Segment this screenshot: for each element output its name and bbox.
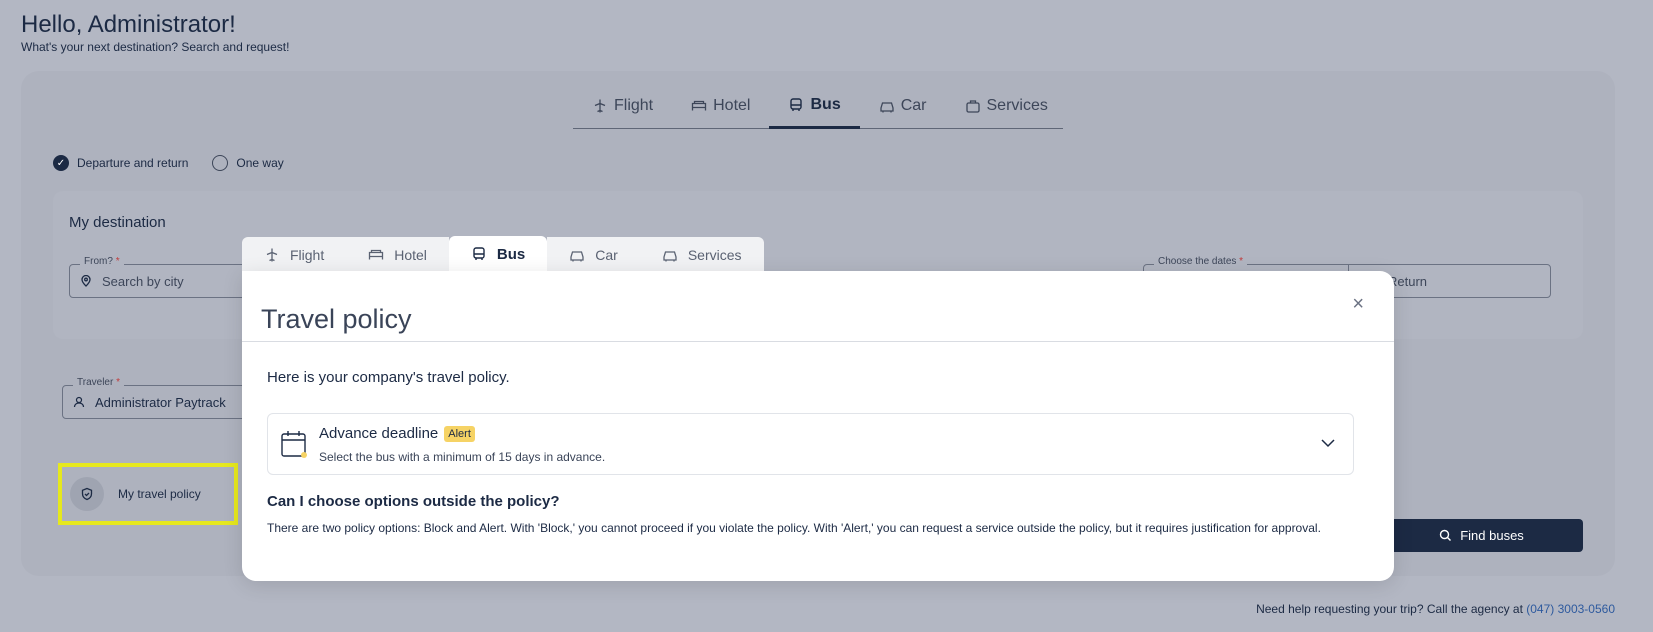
my-travel-policy-label: My travel policy [118, 487, 201, 501]
rule-description: Select the bus with a minimum of 15 days… [319, 450, 606, 464]
user-icon [73, 396, 85, 408]
page-title: Hello, Administrator! [21, 11, 236, 38]
greeting: Hello, Administrator! What's your next d… [21, 10, 289, 54]
bus-icon [473, 247, 485, 260]
modal-tab-car-label: Car [595, 246, 618, 263]
travel-policy-modal: Travel policy × Here is your company's t… [242, 271, 1394, 581]
tab-services[interactable]: Services [946, 83, 1067, 129]
tab-car[interactable]: Car [860, 83, 946, 129]
tab-bus-label: Bus [810, 95, 841, 113]
bed-icon [691, 100, 707, 111]
car-icon [880, 102, 894, 113]
help-footer: Need help requesting your trip? Call the… [1256, 602, 1615, 616]
modal-tab-bus-label: Bus [496, 245, 526, 263]
traveler-field[interactable]: Traveler * Administrator Paytrack [62, 377, 252, 419]
tab-hotel[interactable]: Hotel [672, 83, 769, 129]
modal-intro: Here is your company's travel policy. [267, 369, 510, 386]
help-text: Need help requesting your trip? Call the… [1256, 602, 1523, 616]
bed-icon [369, 249, 384, 259]
car-icon [663, 250, 677, 261]
roundtrip-label[interactable]: Departure and return [77, 156, 188, 170]
close-icon[interactable]: × [1352, 293, 1364, 316]
modal-tab-bus[interactable]: Bus [448, 236, 548, 272]
rule-title: Advance deadline Alert [319, 425, 475, 442]
bus-icon [790, 97, 803, 111]
modal-title: Travel policy [261, 304, 412, 334]
oneway-label[interactable]: One way [236, 156, 283, 170]
rule-title-text: Advance deadline [319, 425, 439, 442]
dates-field-label: Choose the dates * [1154, 256, 1248, 267]
modal-tab-hotel[interactable]: Hotel [346, 237, 449, 272]
from-field[interactable]: From? * Search by city [69, 256, 259, 298]
plane-icon [266, 248, 278, 261]
tab-car-label: Car [900, 97, 927, 114]
destination-title: My destination [69, 214, 166, 231]
modal-tab-car[interactable]: Car [547, 237, 640, 272]
shield-icon [70, 477, 104, 511]
tab-flight[interactable]: Flight [573, 83, 672, 129]
from-field-placeholder: Search by city [102, 273, 184, 289]
calendar-alert-icon [281, 431, 307, 458]
policy-rule-advance-deadline[interactable]: Advance deadline Alert Select the bus wi… [267, 413, 1354, 475]
modal-tab-services[interactable]: Services [639, 237, 764, 272]
find-buses-label: Find buses [1460, 528, 1524, 543]
faq-answer: There are two policy options: Block and … [267, 521, 1321, 535]
roundtrip-radio-checked-icon[interactable]: ✓ [53, 155, 69, 171]
find-buses-button[interactable]: Find buses [1380, 519, 1583, 552]
car-icon [570, 250, 584, 261]
alert-badge: Alert [444, 425, 475, 442]
service-tabs: Flight Hotel Bus Car Services [573, 83, 1063, 129]
trip-type-selector: ✓ Departure and return One way [53, 155, 300, 171]
modal-tab-flight[interactable]: Flight [242, 237, 347, 272]
chevron-down-icon[interactable] [1319, 434, 1337, 452]
bag-icon [965, 100, 980, 113]
location-pin-icon [81, 275, 91, 287]
modal-tab-hotel-label: Hotel [394, 246, 427, 263]
modal-tabs: Flight Hotel Bus Car Services [242, 236, 764, 272]
tab-bus[interactable]: Bus [769, 83, 860, 129]
plane-icon [594, 99, 606, 113]
modal-tab-services-label: Services [687, 246, 742, 263]
agency-phone-link[interactable]: (047) 3003-0560 [1526, 602, 1615, 616]
page-subtitle: What's your next destination? Search and… [21, 40, 290, 54]
modal-tab-flight-label: Flight [290, 246, 325, 263]
tab-flight-label: Flight [614, 97, 654, 114]
tab-services-label: Services [986, 97, 1048, 114]
traveler-field-label: Traveler * [73, 377, 124, 388]
faq-question: Can I choose options outside the policy? [267, 493, 560, 510]
from-field-label: From? * [80, 256, 124, 267]
tab-hotel-label: Hotel [713, 97, 751, 114]
modal-divider [242, 341, 1394, 342]
oneway-radio-icon[interactable] [212, 155, 229, 171]
search-icon [1440, 529, 1452, 541]
traveler-value: Administrator Paytrack [95, 394, 226, 410]
my-travel-policy-button[interactable]: My travel policy [58, 463, 238, 525]
